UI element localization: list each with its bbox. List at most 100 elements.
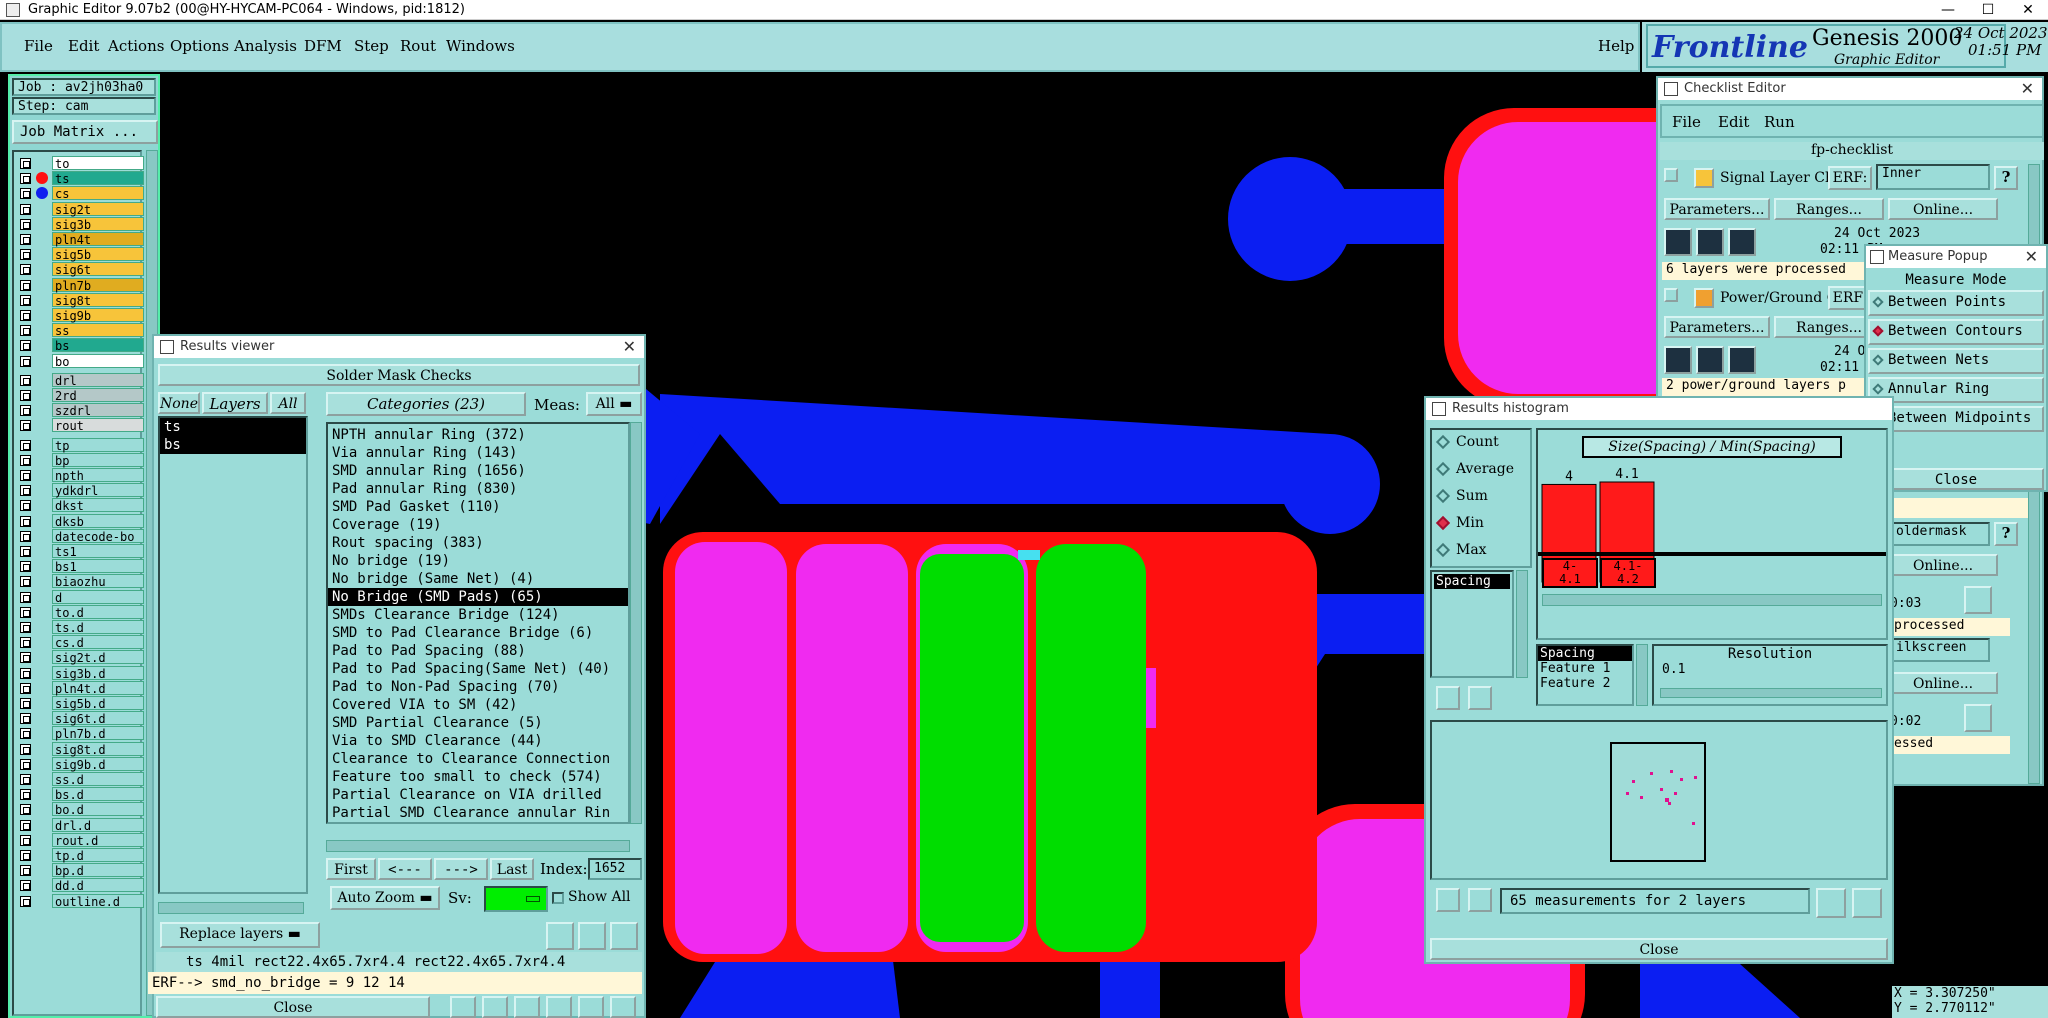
ref-icon[interactable] — [1468, 888, 1492, 912]
layer-row-ts1[interactable]: ts1 — [14, 544, 144, 559]
layer-row-bs[interactable]: bs — [14, 338, 144, 353]
layer-checkbox[interactable] — [20, 439, 31, 451]
item1-ranges-button[interactable]: Ranges... — [1774, 198, 1884, 220]
category-item[interactable]: Rout spacing (383) — [328, 534, 628, 552]
stat-option-count[interactable]: Count — [1435, 434, 1499, 450]
layer-name[interactable]: sig8t.d — [52, 741, 144, 757]
layer-name[interactable]: bo — [52, 353, 144, 369]
menu-windows[interactable]: Windows — [446, 37, 515, 55]
category-item[interactable]: No bridge (19) — [328, 552, 628, 570]
field-list-item[interactable]: Spacing — [1434, 574, 1510, 589]
layer-checkbox[interactable] — [20, 279, 31, 291]
layer-row-d[interactable]: d — [14, 589, 144, 605]
layer-row-ts-d[interactable]: ts.d — [14, 620, 144, 635]
layer-checkbox[interactable] — [20, 264, 31, 276]
checklist-titlebar[interactable]: Checklist Editor ✕ — [1658, 78, 2042, 100]
layer-row-ydkdrl[interactable]: ydkdrl — [14, 483, 144, 498]
layer-row-datecode-bo[interactable]: datecode-bo — [14, 528, 144, 544]
layer-row-sig6t-d[interactable]: sig6t.d — [14, 711, 144, 726]
chart-icon[interactable] — [1816, 888, 1846, 918]
layer-checkbox[interactable] — [20, 819, 31, 831]
layers-all-button[interactable]: All — [270, 392, 306, 414]
field-feature2[interactable]: Feature 2 — [1538, 676, 1632, 691]
layer-name[interactable]: dkst — [52, 498, 144, 513]
layer-checkbox[interactable] — [20, 546, 31, 557]
category-item[interactable]: No Bridge (SMD Pads) (65) — [328, 588, 628, 606]
category-item[interactable]: Pad to Pad Spacing (88) — [328, 642, 628, 660]
result-layer-item[interactable]: bs — [160, 436, 306, 454]
toolbar-icon-2[interactable] — [482, 996, 508, 1018]
job-matrix-button[interactable]: Job Matrix ... — [12, 120, 158, 144]
zoom-icon[interactable] — [1964, 586, 1992, 614]
histogram-close-button[interactable]: Close — [1430, 938, 1888, 960]
layer-name[interactable]: bp — [52, 452, 144, 468]
layer-row-ts[interactable]: ts — [14, 171, 144, 186]
layer-row-pln7b-d[interactable]: pln7b.d — [14, 726, 144, 741]
run-icon[interactable] — [1728, 346, 1756, 374]
layer-name[interactable]: datecode-bo — [52, 528, 144, 544]
layer-checkbox[interactable] — [20, 234, 31, 245]
menu-rout[interactable]: Rout — [400, 37, 436, 55]
stat-option-average[interactable]: Average — [1435, 461, 1514, 477]
layer-name[interactable]: d — [52, 589, 144, 605]
results-viewer-close-button[interactable]: Close — [156, 996, 430, 1018]
prev-button[interactable]: <--- — [378, 858, 432, 880]
layer-name[interactable]: npth — [52, 468, 144, 483]
layer-name[interactable]: bs1 — [52, 559, 144, 574]
layer-name[interactable]: bp.d — [52, 863, 144, 878]
layer-checkbox[interactable] — [20, 454, 31, 466]
category-item[interactable]: Feature too small to check (574) — [328, 768, 628, 786]
layer-name[interactable]: tp — [52, 437, 144, 453]
measure-close-button[interactable]: Close — [1868, 468, 2044, 490]
category-item[interactable]: SMD annular Ring (1656) — [328, 462, 628, 480]
item1-erf-value[interactable]: Inner — [1876, 164, 1990, 190]
layer-checkbox[interactable] — [20, 218, 31, 230]
layer-row-sig9b[interactable]: sig9b — [14, 308, 144, 323]
layer-checkbox[interactable] — [20, 405, 31, 417]
layer-checkbox[interactable] — [20, 789, 31, 801]
layer-checkbox[interactable] — [20, 591, 31, 603]
menu-analysis[interactable]: Analysis — [234, 37, 297, 55]
layer-name[interactable]: sig8t — [52, 292, 144, 308]
undo-icon[interactable] — [610, 922, 638, 950]
category-item[interactable]: SMD Pad Gasket (110) — [328, 498, 628, 516]
run-icon[interactable] — [1728, 228, 1756, 256]
layer-row-sig8t-d[interactable]: sig8t.d — [14, 741, 144, 757]
layer-row-2rd[interactable]: 2rd — [14, 388, 144, 403]
category-item[interactable]: Clearance to Clearance Connection — [328, 750, 628, 768]
run-icon[interactable] — [1696, 228, 1724, 256]
layer-name[interactable]: sig9b — [52, 308, 144, 323]
category-item[interactable]: SMD Partial Clearance (5) — [328, 714, 628, 732]
layer-checkbox[interactable] — [20, 728, 31, 740]
layer-name[interactable]: biaozhu — [52, 574, 144, 589]
minimize-button[interactable]: — — [1928, 0, 1968, 20]
layer-name[interactable]: rout — [52, 418, 144, 433]
measure-mode-annular-ring[interactable]: Annular Ring — [1868, 377, 2044, 403]
layer-name[interactable]: sig6t.d — [52, 711, 144, 726]
toolbar-icon-5[interactable] — [578, 996, 604, 1018]
checklist-menu-run[interactable]: Run — [1764, 113, 1795, 131]
toolbar-icon-4[interactable] — [546, 996, 572, 1018]
item1-parameters-button[interactable]: Parameters... — [1664, 198, 1770, 220]
item4-erf-value[interactable]: ilkscreen — [1890, 638, 1990, 662]
field-spacing[interactable]: Spacing — [1538, 646, 1632, 661]
layers-hscroll[interactable] — [158, 902, 304, 914]
layer-row-to[interactable]: to — [14, 156, 144, 171]
menu-actions[interactable]: Actions — [108, 37, 164, 55]
stat-option-min[interactable]: Min — [1435, 515, 1484, 531]
layer-name[interactable]: bs.d — [52, 787, 144, 802]
layer-checkbox[interactable] — [20, 310, 31, 321]
categories-scrollbar[interactable] — [630, 422, 642, 824]
layer-checkbox[interactable] — [20, 203, 31, 215]
stat-option-sum[interactable]: Sum — [1435, 488, 1488, 504]
run-icon[interactable] — [1664, 346, 1692, 374]
layer-row-dksb[interactable]: dksb — [14, 513, 144, 529]
layer-checkbox[interactable] — [20, 895, 31, 907]
layer-name[interactable]: rout.d — [52, 832, 144, 848]
category-item[interactable]: Pad to Non-Pad Spacing (70) — [328, 678, 628, 696]
sv-color-select[interactable] — [484, 886, 548, 912]
layer-name[interactable]: drl — [52, 372, 144, 388]
layer-row-outline-d[interactable]: outline.d — [14, 893, 144, 909]
category-item[interactable]: No bridge (Same Net) (4) — [328, 570, 628, 588]
layer-row-sig2t-d[interactable]: sig2t.d — [14, 650, 144, 665]
